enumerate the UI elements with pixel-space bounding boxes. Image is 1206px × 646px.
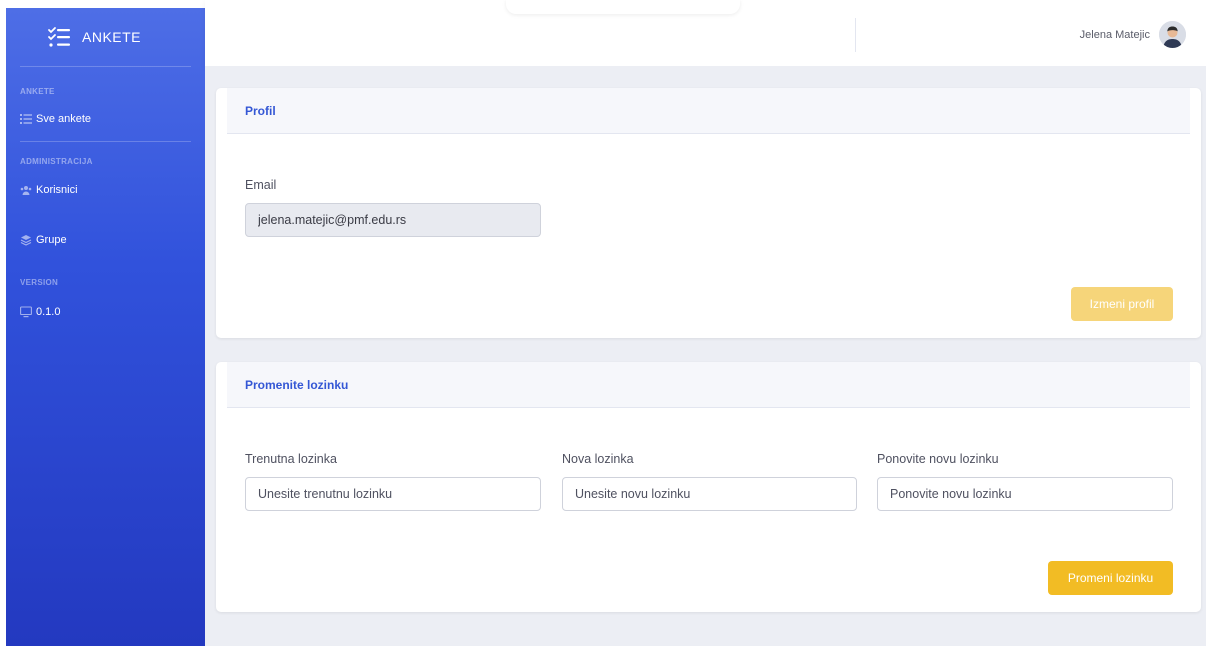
section-label-administracija: ADMINISTRACIJA [20,157,93,166]
email-field[interactable] [245,203,541,237]
avatar[interactable] [1159,21,1186,48]
sidebar-divider [20,66,191,67]
topbar-search-area[interactable] [506,0,740,14]
topbar: Jelena Matejic [205,0,1206,66]
edit-profile-button[interactable]: Izmeni profil [1071,287,1173,321]
brand-name: ANKETE [82,29,142,45]
repeat-password-label: Ponovite novu lozinku [877,452,999,466]
sidebar-item-label: 0.1.0 [36,306,61,318]
sidebar-item-label: Korisnici [36,184,78,196]
current-password-label: Trenutna lozinka [245,452,337,466]
new-password-field[interactable] [562,477,857,511]
section-label-ankete: ANKETE [20,87,55,96]
sidebar-item-label: Grupe [36,234,67,246]
password-card-title: Promenite lozinku [245,377,349,392]
list-icon [20,114,32,124]
user-name[interactable]: Jelena Matejic [1080,29,1150,41]
topbar-divider [855,18,856,52]
layers-icon [20,235,32,246]
sidebar-item-version[interactable]: 0.1.0 [6,306,205,318]
change-password-button[interactable]: Promeni lozinku [1048,561,1173,595]
repeat-password-field[interactable] [877,477,1173,511]
main-content: Profil Email Izmeni profil Promenite loz… [205,66,1206,646]
profile-card-title: Profil [245,103,276,118]
profile-card-header: Profil [227,88,1190,134]
checklist-icon [48,27,70,47]
profile-card: Profil Email Izmeni profil [216,88,1201,338]
sidebar-item-sve-ankete[interactable]: Sve ankete [6,113,205,125]
sidebar: ANKETE ANKETE Sve ankete ADMINISTRACIJA … [6,8,205,646]
new-password-label: Nova lozinka [562,452,634,466]
sidebar-item-korisnici[interactable]: Korisnici [6,184,205,196]
brand[interactable]: ANKETE [6,8,205,66]
password-card-header: Promenite lozinku [227,362,1190,408]
monitor-icon [20,306,32,318]
password-card: Promenite lozinku Trenutna lozinka Nova … [216,362,1201,612]
users-icon [20,186,32,195]
sidebar-item-grupe[interactable]: Grupe [6,234,205,246]
email-label: Email [245,178,277,192]
sidebar-item-label: Sve ankete [36,113,92,125]
sidebar-divider [20,141,191,142]
section-label-version: VERSION [20,278,59,287]
current-password-field[interactable] [245,477,541,511]
user-avatar-icon [1159,21,1186,48]
